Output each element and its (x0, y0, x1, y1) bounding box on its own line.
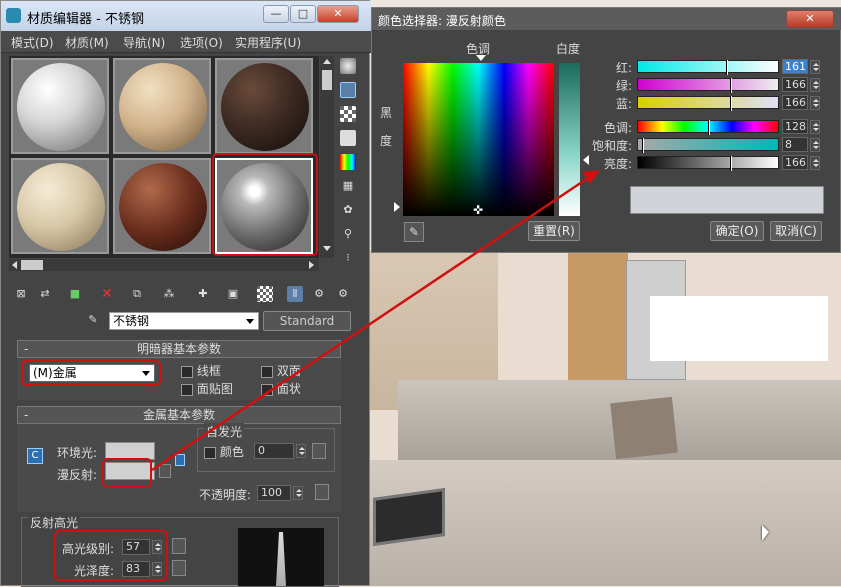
annotation-arrow (151, 170, 600, 472)
annotation-arrowhead (582, 170, 600, 184)
annotation-arrow-line (151, 176, 589, 472)
